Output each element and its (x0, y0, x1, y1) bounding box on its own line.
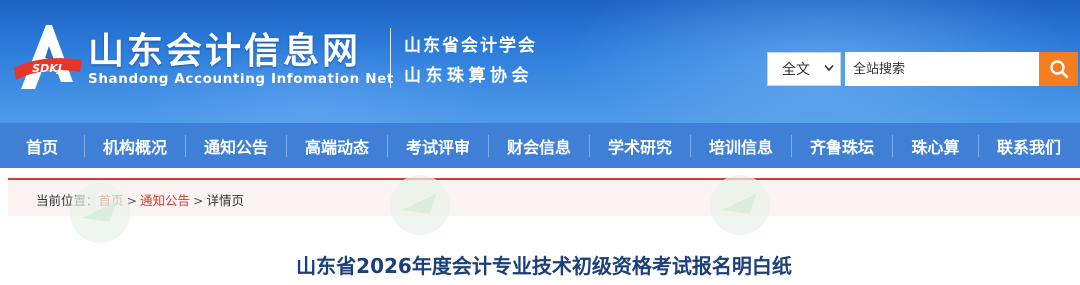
breadcrumb-prefix: 当前位置： (36, 193, 99, 208)
nav-item-finance-info[interactable]: 财会信息 (489, 123, 589, 168)
breadcrumb-link-home[interactable]: 首页 (99, 193, 124, 208)
breadcrumb-link-notices[interactable]: 通知公告 (140, 193, 190, 208)
header-divider (390, 28, 391, 88)
nav-item-qilu-abacus[interactable]: 齐鲁珠坛 (792, 123, 892, 168)
association-name-1: 山东省会计学会 (404, 36, 537, 56)
breadcrumb-current: 详情页 (206, 193, 245, 208)
chevron-down-icon (824, 64, 834, 72)
search-scope-select[interactable]: 全文 (767, 52, 841, 86)
breadcrumb-bar: 当前位置：首页 > 通知公告 > 详情页 (8, 178, 1080, 216)
nav-item-notices[interactable]: 通知公告 (186, 123, 286, 168)
site-logo[interactable]: SDKJ (12, 22, 84, 94)
nav-item-news[interactable]: 高端动态 (287, 123, 387, 168)
search-icon (1049, 60, 1068, 79)
nav-item-about[interactable]: 机构概况 (85, 123, 185, 168)
main-nav: 首页 机构概况 通知公告 高端动态 考试评审 财会信息 学术研究 培训信息 齐鲁… (0, 123, 1080, 168)
site-title[interactable]: 山东会计信息网 (88, 22, 361, 74)
breadcrumb-separator: > (193, 193, 204, 208)
breadcrumb: 当前位置：首页 > 通知公告 > 详情页 (36, 190, 244, 209)
article-title: 山东省2026年度会计专业技术初级资格考试报名明白纸 (296, 254, 792, 278)
search-scope-value: 全文 (782, 62, 810, 78)
nav-item-home[interactable]: 首页 (0, 123, 84, 168)
search-input[interactable] (845, 52, 1039, 86)
logo-letters: SDKJ (32, 62, 62, 75)
site-header: SDKJ 山东会计信息网 Shandong Accounting Infomat… (0, 0, 1080, 123)
nav-item-training[interactable]: 培训信息 (691, 123, 791, 168)
search-button[interactable] (1039, 52, 1078, 86)
nav-item-exams[interactable]: 考试评审 (388, 123, 488, 168)
main-content: 当前位置：首页 > 通知公告 > 详情页 山东省2026年度会计专业技术初级资格考试报名… (8, 168, 1080, 285)
site-subtitle: Shandong Accounting Infomation Net (88, 71, 394, 87)
association-name-2: 山东珠算协会 (404, 66, 533, 86)
nav-item-research[interactable]: 学术研究 (590, 123, 690, 168)
nav-item-mental-abacus[interactable]: 珠心算 (893, 123, 978, 168)
breadcrumb-separator: > (126, 193, 138, 208)
nav-item-contact[interactable]: 联系我们 (979, 123, 1079, 168)
